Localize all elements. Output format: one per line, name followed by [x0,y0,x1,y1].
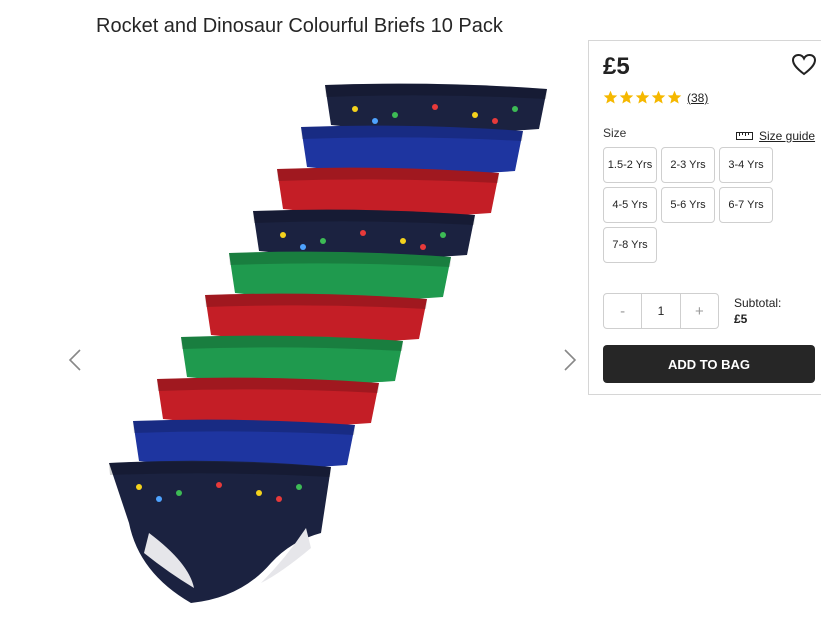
size-option-5-6-yrs[interactable]: 5-6 Yrs [661,187,715,223]
chevron-left-icon [68,349,81,371]
previous-image-button[interactable] [63,340,87,380]
stars [603,90,683,105]
subtotal: Subtotal: £5 [734,295,781,327]
brief-item [301,125,523,175]
next-image-button[interactable] [558,340,582,380]
size-options: 1.5-2 Yrs 2-3 Yrs 3-4 Yrs 4-5 Yrs 5-6 Yr… [603,147,775,263]
brief-item [109,460,331,603]
product-price: £5 [603,53,630,80]
chevron-right-icon [564,349,577,371]
increase-quantity-button[interactable]: + [681,294,718,328]
star-icon [635,90,650,104]
brief-item [229,251,451,301]
brief-item [157,377,379,427]
size-option-1-5-2-yrs[interactable]: 1.5-2 Yrs [603,147,657,183]
add-to-bag-button[interactable]: ADD TO BAG [603,345,815,383]
size-label: Size [603,126,627,140]
quantity-value[interactable]: 1 [641,294,681,328]
star-rating: (38) [603,90,708,105]
decrease-quantity-button[interactable]: - [604,294,641,328]
purchase-panel: £5 (38) Size Size guide 1.5-2 Yrs 2-3 Yr… [588,40,821,395]
product-image [109,83,547,603]
brief-item [181,335,403,385]
size-option-4-5-yrs[interactable]: 4-5 Yrs [603,187,657,223]
star-icon [651,90,666,104]
brief-item [253,209,475,259]
brief-item [205,293,427,343]
size-guide-label: Size guide [759,129,816,143]
product-title: Rocket and Dinosaur Colourful Briefs 10 … [96,15,503,38]
size-option-6-7-yrs[interactable]: 6-7 Yrs [719,187,773,223]
brief-item [133,419,355,469]
size-option-2-3-yrs[interactable]: 2-3 Yrs [661,147,715,183]
subtotal-label: Subtotal: [734,296,782,310]
star-icon [603,90,618,104]
brief-item [325,83,547,133]
size-guide-link[interactable]: Size guide [736,129,815,143]
size-option-3-4-yrs[interactable]: 3-4 Yrs [719,147,773,183]
star-icon [667,90,682,104]
subtotal-amount: £5 [734,312,748,326]
star-icon [619,90,634,104]
size-option-7-8-yrs[interactable]: 7-8 Yrs [603,227,657,263]
brief-item [277,167,499,217]
quantity-stepper: - 1 + [603,293,719,329]
review-count-link[interactable]: (38) [687,91,708,105]
ruler-icon [736,132,753,140]
heart-icon[interactable] [791,53,817,77]
